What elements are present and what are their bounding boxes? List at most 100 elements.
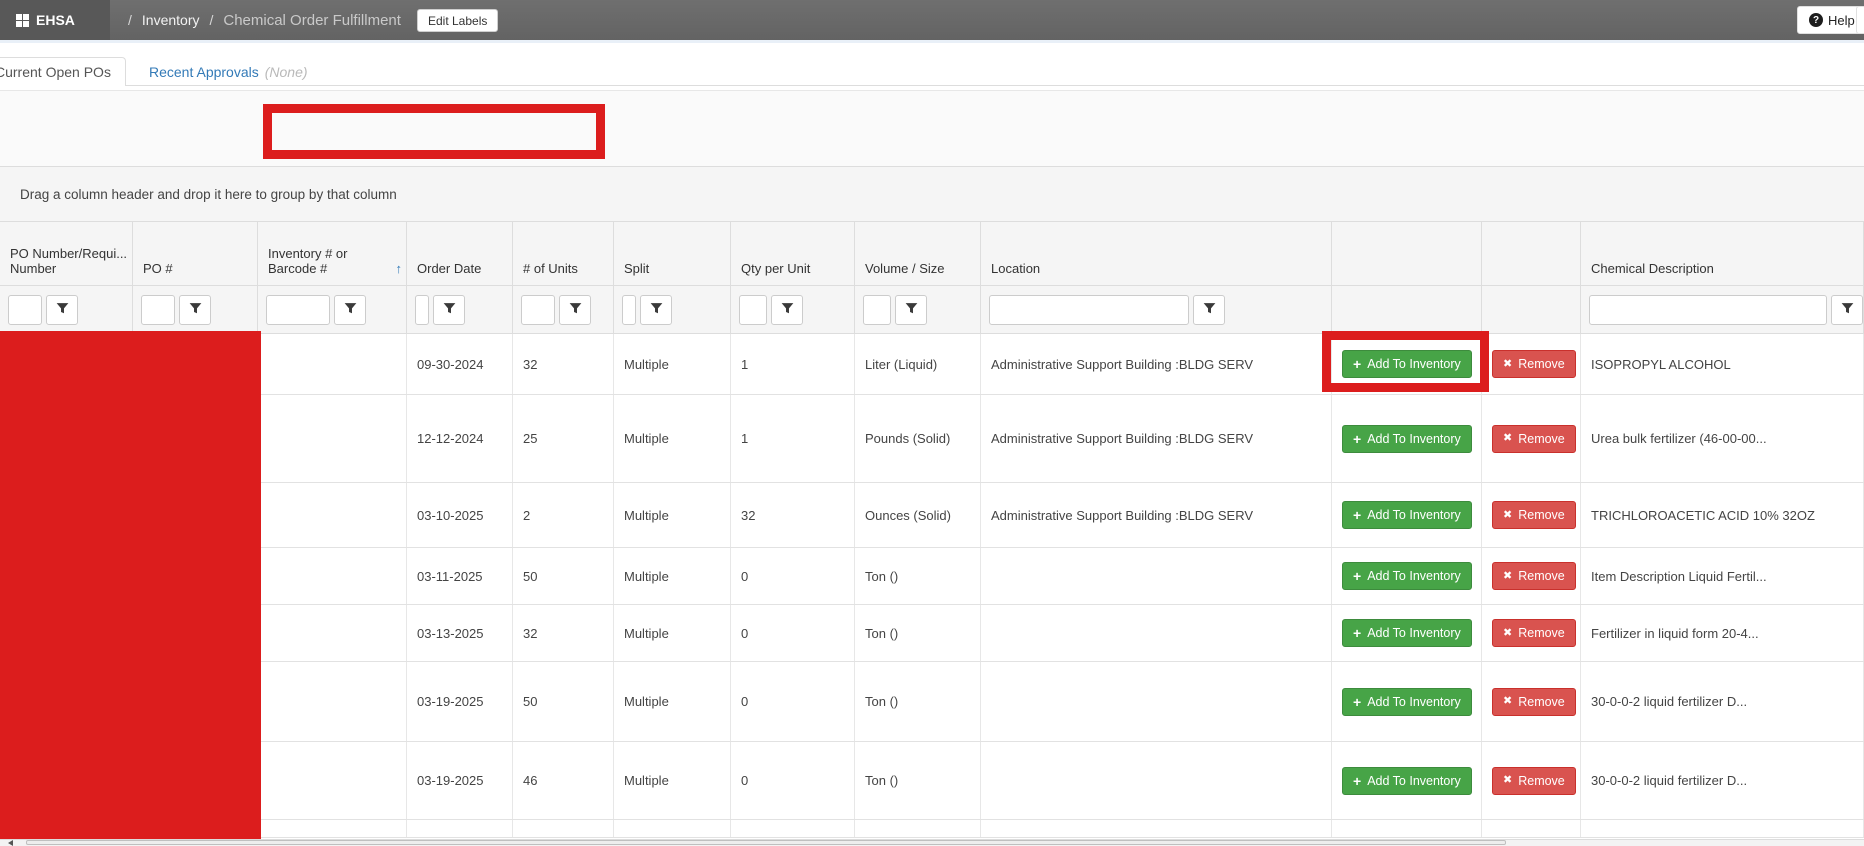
plus-icon: + [1353,432,1361,446]
tab-recent-approvals[interactable]: Recent Approvals (None) [149,57,308,86]
add-to-inventory-button[interactable]: +Add To Inventory [1342,350,1472,378]
scrollbar-thumb[interactable] [26,840,1506,845]
filter-button-volume_size[interactable] [895,295,927,325]
scrollbar-left-arrow-icon[interactable] [8,840,13,846]
cell-split: Multiple [614,483,731,547]
cell-value: 0 [741,694,748,709]
column-header-qty_per_unit[interactable]: Qty per Unit [731,222,855,285]
cell-value: 09-30-2024 [417,357,484,372]
remove-button[interactable]: ✖Remove [1492,619,1576,647]
add-to-inventory-button[interactable]: +Add To Inventory [1342,425,1472,453]
cell-chemical_description: Fertilizer in liquid form 20-4... [1581,605,1864,661]
filter-button-split[interactable] [640,295,672,325]
column-header-inventory_barcode[interactable]: Inventory # or Barcode #↑ [258,222,407,285]
filter-button-order_date[interactable] [433,295,465,325]
table-body: 09-30-202432Multiple1Liter (Liquid)Admin… [0,334,1864,838]
filter-button-inventory_barcode[interactable] [334,295,366,325]
column-header-units[interactable]: # of Units [513,222,614,285]
cell-po_req_number [0,662,133,741]
cell-value: 25 [523,431,537,446]
filter-input-volume_size[interactable] [863,295,891,325]
filter-input-location[interactable] [989,295,1189,325]
plus-icon: + [1353,626,1361,640]
add-to-inventory-button[interactable]: +Add To Inventory [1342,562,1472,590]
table-filter-row [0,286,1864,334]
cell-empty [1482,820,1581,837]
cell-chemical_description: Item Description Liquid Fertil... [1581,548,1864,604]
remove-label: Remove [1518,695,1565,709]
cell-units: 32 [513,334,614,394]
cell-add_action: +Add To Inventory [1332,334,1482,394]
add-to-inventory-button[interactable]: +Add To Inventory [1342,688,1472,716]
column-header-po_req_number[interactable]: PO Number/Requi... Number [0,222,133,285]
filter-cell-po_number [133,286,258,333]
column-header-location[interactable]: Location [981,222,1332,285]
filter-button-chemical_description[interactable] [1831,295,1863,325]
remove-button[interactable]: ✖Remove [1492,562,1576,590]
filter-input-order_date[interactable] [415,295,429,325]
cut-off-button[interactable] [1856,6,1864,34]
column-header-chemical_description[interactable]: Chemical Description [1581,222,1864,285]
add-to-inventory-button[interactable]: +Add To Inventory [1342,501,1472,529]
column-header-order_date[interactable]: Order Date [407,222,513,285]
filter-button-units[interactable] [559,295,591,325]
cell-location: Administrative Support Building :BLDG SE… [981,334,1332,394]
cell-empty [407,820,513,837]
column-header-po_number[interactable]: PO # [133,222,258,285]
cell-split: Multiple [614,334,731,394]
filter-input-qty_per_unit[interactable] [739,295,767,325]
remove-button[interactable]: ✖Remove [1492,688,1576,716]
add-to-inventory-button[interactable]: +Add To Inventory [1342,767,1472,795]
filter-button-qty_per_unit[interactable] [771,295,803,325]
cell-qty_per_unit: 0 [731,605,855,661]
column-header-split[interactable]: Split [614,222,731,285]
cell-value: Multiple [624,626,669,641]
cell-po_number [133,395,258,482]
help-button[interactable]: ? Help [1797,6,1864,34]
cell-add_action: +Add To Inventory [1332,548,1482,604]
edit-labels-button[interactable]: Edit Labels [417,9,498,32]
cell-inventory_barcode [258,742,407,819]
tab-current-open-pos[interactable]: Current Open POs [0,57,126,86]
group-by-panel[interactable]: Drag a column header and drop it here to… [0,167,1864,222]
cell-value: Multiple [624,357,669,372]
cell-value: 46 [523,773,537,788]
cell-value: 03-19-2025 [417,694,484,709]
filter-button-po_req_number[interactable] [46,295,78,325]
remove-button[interactable]: ✖Remove [1492,501,1576,529]
column-header-volume_size[interactable]: Volume / Size [855,222,981,285]
remove-button[interactable]: ✖Remove [1492,767,1576,795]
add-to-inventory-label: Add To Inventory [1367,569,1461,583]
filter-input-inventory_barcode[interactable] [266,295,330,325]
filter-input-po_number[interactable] [141,295,175,325]
remove-button[interactable]: ✖Remove [1492,350,1576,378]
remove-button[interactable]: ✖Remove [1492,425,1576,453]
cell-value: Ton () [865,626,898,641]
cell-empty [855,820,981,837]
cell-order_date: 03-13-2025 [407,605,513,661]
cell-value: TRICHLOROACETIC ACID 10% 32OZ [1591,508,1815,523]
column-header-remove_action[interactable] [1482,222,1581,285]
cell-inventory_barcode [258,605,407,661]
cell-value: Multiple [624,569,669,584]
breadcrumb-inventory[interactable]: Inventory [142,12,200,28]
cell-location [981,605,1332,661]
filter-input-po_req_number[interactable] [8,295,42,325]
table-row: 03-19-202550Multiple0Ton ()+Add To Inven… [0,662,1864,742]
cell-value: ISOPROPYL ALCOHOL [1591,357,1731,372]
column-header-add_action[interactable] [1332,222,1482,285]
add-to-inventory-button[interactable]: +Add To Inventory [1342,619,1472,647]
cell-po_req_number [0,334,133,394]
filter-button-location[interactable] [1193,295,1225,325]
cell-value: Ton () [865,569,898,584]
filter-input-units[interactable] [521,295,555,325]
cell-add_action: +Add To Inventory [1332,483,1482,547]
filter-button-po_number[interactable] [179,295,211,325]
app-logo[interactable]: EHSA [0,0,110,40]
filter-icon [905,302,918,318]
remove-label: Remove [1518,774,1565,788]
app-header: EHSA / Inventory / Chemical Order Fulfil… [0,0,1864,40]
filter-input-chemical_description[interactable] [1589,295,1827,325]
filter-input-split[interactable] [622,295,636,325]
cell-units: 25 [513,395,614,482]
